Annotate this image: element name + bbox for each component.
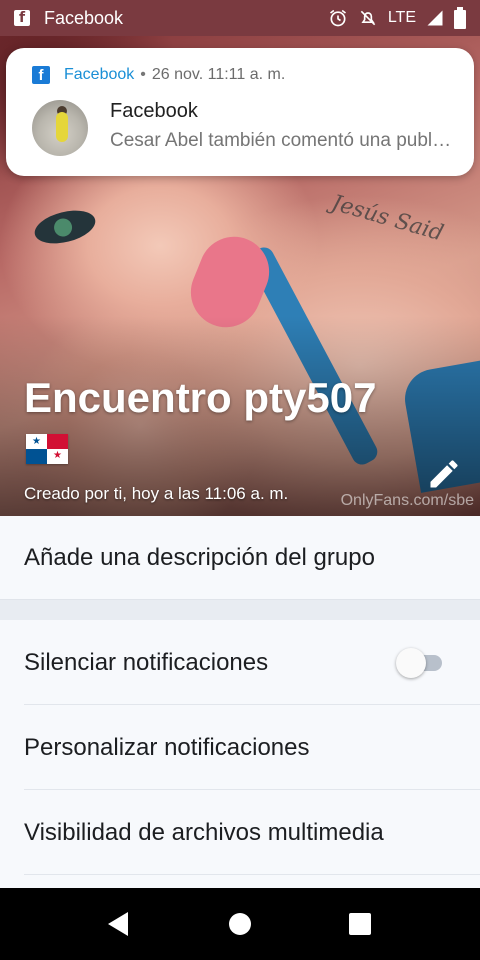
signal-icon bbox=[427, 10, 443, 26]
notification-separator: • bbox=[140, 66, 146, 83]
section-divider bbox=[0, 600, 480, 620]
add-description-label: Añade una descripción del grupo bbox=[24, 543, 375, 571]
customize-notifications-button[interactable]: Personalizar notificaciones bbox=[0, 705, 480, 790]
back-icon[interactable] bbox=[100, 906, 136, 942]
notification-time: 26 nov. 11:11 a. m. bbox=[151, 66, 286, 83]
notification-source: Facebook bbox=[64, 66, 135, 83]
home-icon[interactable] bbox=[222, 906, 258, 942]
facebook-icon: f bbox=[14, 10, 30, 26]
media-visibility-button[interactable]: Visibilidad de archivos multimedia bbox=[0, 790, 480, 875]
panama-flag-icon: ★ ★ bbox=[26, 434, 68, 464]
do-not-disturb-icon bbox=[360, 10, 376, 26]
facebook-icon: f bbox=[32, 66, 50, 84]
notification-title: Facebook bbox=[110, 100, 198, 122]
notification-card[interactable]: f Facebook • 26 nov. 11:11 a. m. Faceboo… bbox=[6, 48, 474, 176]
avatar bbox=[32, 100, 88, 156]
navigation-bar bbox=[0, 888, 480, 960]
add-description-button[interactable]: Añade una descripción del grupo bbox=[0, 516, 480, 600]
status-bar: f Facebook LTE bbox=[0, 0, 480, 36]
mute-notifications-toggle[interactable] bbox=[396, 648, 446, 678]
notification-message: Cesar Abel también comentó una publicaci… bbox=[110, 130, 455, 151]
cover-watermark: OnlyFans.com/sbe bbox=[340, 492, 474, 509]
status-app-name: Facebook bbox=[44, 7, 124, 28]
media-visibility-label: Visibilidad de archivos multimedia bbox=[24, 818, 384, 846]
list-item[interactable] bbox=[0, 875, 480, 888]
group-title: Encuentro pty507 bbox=[24, 374, 377, 421]
customize-notifications-label: Personalizar notificaciones bbox=[24, 733, 310, 761]
mute-notifications-row[interactable]: Silenciar notificaciones bbox=[0, 620, 480, 705]
edit-pencil-icon[interactable] bbox=[426, 456, 462, 492]
group-created-text: Creado por ti, hoy a las 11:06 a. m. bbox=[24, 484, 289, 503]
alarm-icon bbox=[329, 9, 346, 27]
network-type: LTE bbox=[387, 9, 416, 26]
cover-detail bbox=[31, 204, 99, 250]
mute-notifications-label: Silenciar notificaciones bbox=[24, 648, 269, 676]
cover-tattoo: Jesús Said bbox=[328, 190, 447, 247]
battery-icon bbox=[454, 7, 466, 29]
recents-icon[interactable] bbox=[342, 906, 378, 942]
